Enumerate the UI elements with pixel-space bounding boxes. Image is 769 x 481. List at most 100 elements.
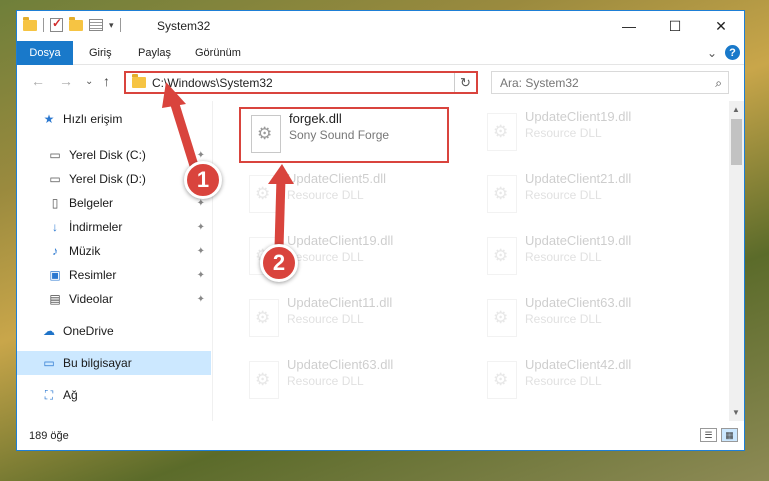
- file-name: UpdateClient42.dll: [525, 357, 632, 372]
- back-button[interactable]: ←: [31, 73, 45, 89]
- file-name: UpdateClient5.dll: [287, 171, 387, 186]
- dll-file-icon: [249, 175, 279, 213]
- sidebar-item-label: Videolar: [69, 292, 113, 306]
- file-item[interactable]: UpdateClient5.dll Resource DLL: [239, 169, 449, 225]
- sidebar-item[interactable]: ☁ OneDrive: [17, 319, 211, 343]
- navigation-pane: ★ Hızlı erişim ▭ Yerel Disk (C:) ✦ ▭ Yerel Dis…: [17, 101, 213, 421]
- address-path[interactable]: C:\Windows\System32: [152, 76, 273, 90]
- address-bar[interactable]: C:\Windows\System32 ↻: [124, 71, 478, 94]
- dll-file-icon: [251, 115, 281, 153]
- up-button[interactable]: ↑: [103, 73, 110, 89]
- file-description: Resource DLL: [525, 126, 602, 140]
- close-button[interactable]: ✕: [698, 11, 744, 41]
- pictures-icon: ▣: [49, 268, 61, 282]
- file-item[interactable]: forgek.dll Sony Sound Forge: [239, 107, 449, 163]
- sidebar-item-label: Müzik: [69, 244, 101, 258]
- file-description: Sony Sound Forge: [289, 128, 390, 142]
- pin-icon[interactable]: ✦: [197, 198, 205, 209]
- search-icon[interactable]: ⌕: [715, 76, 722, 91]
- sidebar-item-label: İndirmeler: [69, 220, 123, 234]
- folder-icon: [23, 16, 37, 31]
- refresh-button[interactable]: ↻: [454, 73, 476, 92]
- file-description: Resource DLL: [525, 312, 602, 326]
- computer-icon: ▭: [43, 356, 55, 370]
- pin-icon[interactable]: ✦: [197, 270, 205, 281]
- file-description: Resource DLL: [525, 374, 602, 388]
- scroll-up-icon[interactable]: ▲: [732, 105, 740, 114]
- large-icons-view-icon[interactable]: ▦: [721, 428, 738, 442]
- ribbon-tabs: Dosya Giriş Paylaş Görünüm ⌄ ?: [17, 41, 744, 65]
- pin-icon[interactable]: ✦: [197, 294, 205, 305]
- tab-share[interactable]: Paylaş: [130, 44, 179, 62]
- window-title: System32: [157, 19, 211, 33]
- file-item[interactable]: UpdateClient19.dll Resource DLL: [477, 231, 687, 287]
- forward-button[interactable]: →: [59, 73, 73, 89]
- recent-locations-button[interactable]: ⌄: [85, 76, 93, 87]
- file-name: UpdateClient19.dll: [525, 109, 632, 124]
- rename-icon[interactable]: [89, 19, 103, 31]
- maximize-button[interactable]: ☐: [652, 11, 698, 41]
- file-item[interactable]: UpdateClient63.dll Resource DLL: [477, 293, 687, 349]
- file-item[interactable]: UpdateClient21.dll Resource DLL: [477, 169, 687, 225]
- ribbon-controls: ⌄ ?: [707, 45, 740, 60]
- sidebar-item[interactable]: ⛶ Ağ: [17, 383, 211, 407]
- vertical-scrollbar[interactable]: ▲ ▼: [729, 101, 744, 421]
- file-description: Resource DLL: [287, 188, 364, 202]
- details-view-icon[interactable]: ☰: [700, 428, 717, 442]
- window-controls: — ☐ ✕: [606, 11, 744, 41]
- scrollbar-thumb[interactable]: [731, 119, 742, 165]
- customize-dropdown-icon[interactable]: ▾: [109, 20, 114, 31]
- file-item[interactable]: UpdateClient42.dll Resource DLL: [477, 355, 687, 411]
- file-name: UpdateClient19.dll: [287, 233, 394, 248]
- sidebar-item[interactable]: ★ Hızlı erişim: [17, 107, 211, 131]
- file-item[interactable]: UpdateClient19.dll Resource DLL: [477, 107, 687, 163]
- tab-file[interactable]: Dosya: [17, 41, 73, 65]
- pin-icon[interactable]: ✦: [197, 222, 205, 233]
- address-row: ← → ⌄ ↑ C:\Windows\System32 ↻ ⌕: [17, 67, 744, 97]
- sidebar-item-label: Ağ: [63, 388, 78, 402]
- file-name: forgek.dll: [289, 111, 342, 126]
- document-icon: ▯: [51, 196, 59, 210]
- sidebar-item-label: Hızlı erişim: [63, 112, 123, 126]
- file-description: Resource DLL: [287, 312, 364, 326]
- properties-check-icon[interactable]: [50, 16, 63, 32]
- cloud-icon: ☁: [43, 324, 55, 338]
- sidebar-item[interactable]: ▣ Resimler ✦: [17, 263, 211, 287]
- step-2-badge: 2: [260, 244, 298, 282]
- dll-file-icon: [487, 113, 517, 151]
- pin-icon[interactable]: ✦: [197, 150, 205, 161]
- status-bar: 189 öğe ☰ ▦: [17, 422, 744, 450]
- file-description: Resource DLL: [525, 250, 602, 264]
- separator: [119, 18, 121, 32]
- step-1-badge: 1: [184, 161, 222, 199]
- sidebar-item[interactable]: ▭ Bu bilgisayar: [17, 351, 211, 375]
- sidebar-item[interactable]: ↓ İndirmeler ✦: [17, 215, 211, 239]
- star-icon: ★: [43, 112, 55, 126]
- file-item[interactable]: UpdateClient63.dll Resource DLL: [239, 355, 449, 411]
- music-icon: ♪: [52, 244, 58, 258]
- file-item[interactable]: UpdateClient11.dll Resource DLL: [239, 293, 449, 349]
- new-folder-icon[interactable]: [69, 16, 83, 31]
- file-description: Resource DLL: [525, 188, 602, 202]
- video-icon: ▤: [49, 292, 61, 306]
- pin-icon[interactable]: ✦: [197, 246, 205, 257]
- dll-file-icon: [249, 361, 279, 399]
- minimize-button[interactable]: —: [606, 11, 652, 41]
- sidebar-item[interactable]: ▭ Yerel Disk (C:) ✦: [17, 143, 211, 167]
- help-icon[interactable]: ?: [725, 45, 740, 60]
- sidebar-item[interactable]: ♪ Müzik ✦: [17, 239, 211, 263]
- search-box[interactable]: ⌕: [491, 71, 729, 94]
- expand-ribbon-icon[interactable]: ⌄: [707, 46, 717, 60]
- dll-file-icon: [249, 299, 279, 337]
- sidebar-item[interactable]: ▯ Belgeler ✦: [17, 191, 211, 215]
- separator: [43, 18, 44, 32]
- scroll-down-icon[interactable]: ▼: [732, 408, 740, 417]
- tab-home[interactable]: Giriş: [81, 44, 120, 62]
- tab-view[interactable]: Görünüm: [187, 44, 249, 62]
- explorer-window: ▾ System32 — ☐ ✕ Dosya Giriş Paylaş Görü…: [16, 10, 745, 451]
- file-list: forgek.dll Sony Sound Forge UpdateClient19…: [227, 101, 732, 421]
- sidebar-item[interactable]: ▭Yerel Disk (D:)✦: [17, 167, 211, 191]
- sidebar-item[interactable]: ▤ Videolar ✦: [17, 287, 211, 311]
- search-input[interactable]: [492, 75, 692, 90]
- file-name: UpdateClient21.dll: [525, 171, 632, 186]
